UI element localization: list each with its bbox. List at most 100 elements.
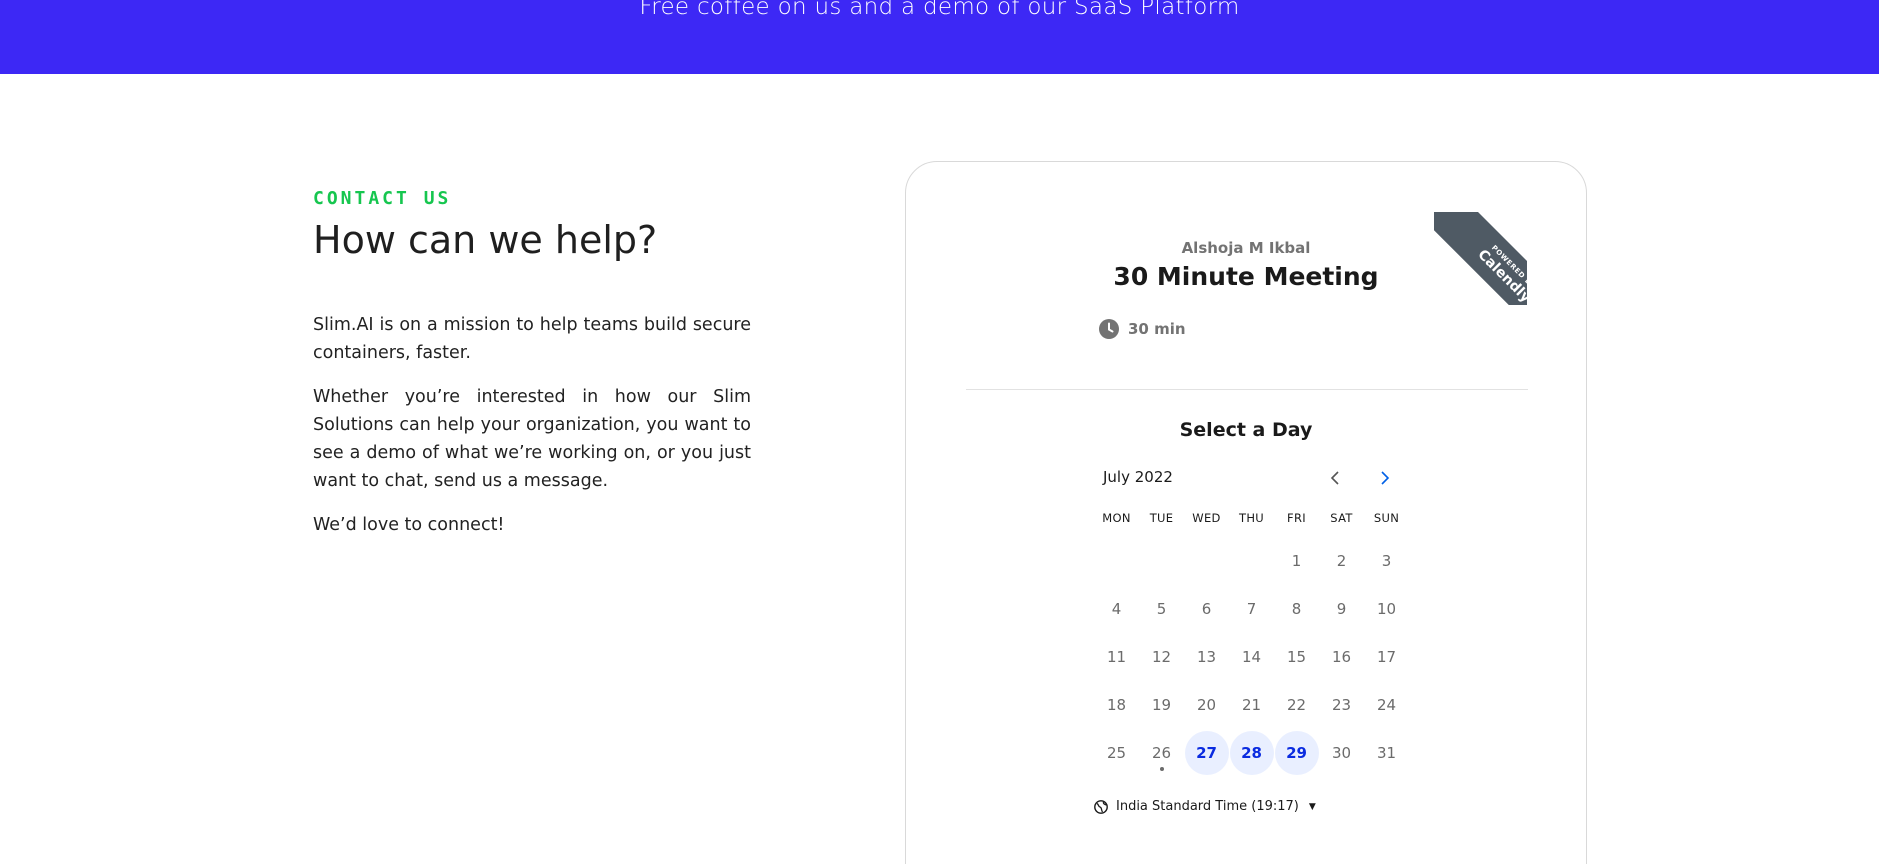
day-number: 29: [1274, 731, 1319, 775]
day-number: 27: [1184, 731, 1229, 775]
available-day-button[interactable]: 27: [1184, 729, 1229, 777]
calendar-day: 18: [1094, 681, 1139, 729]
next-month-button[interactable]: [1371, 464, 1399, 492]
divider: [966, 389, 1528, 390]
weekday-label: MON: [1102, 511, 1131, 525]
day-number: 23: [1331, 696, 1352, 714]
caret-down-icon: ▼: [1308, 801, 1316, 812]
day-number: 18: [1106, 696, 1127, 714]
calendar-day: 19: [1139, 681, 1184, 729]
calendar-day: 5: [1139, 585, 1184, 633]
calendar-day: 23: [1319, 681, 1364, 729]
calendar-day: 14: [1229, 633, 1274, 681]
day-number: 8: [1291, 600, 1302, 618]
calendar-day: 8: [1274, 585, 1319, 633]
calendar-day: 1: [1274, 537, 1319, 585]
day-number: 26: [1151, 744, 1172, 762]
calendar-day: 21: [1229, 681, 1274, 729]
previous-month-button[interactable]: [1321, 464, 1349, 492]
calendly-widget: POWERED BY Calendly Alshoja M Ikbal 30 M…: [905, 161, 1587, 864]
calendar-day: 16: [1319, 633, 1364, 681]
day-number: 2: [1336, 552, 1347, 570]
timezone-label: India Standard Time (19:17): [1116, 799, 1299, 814]
day-number: 12: [1151, 648, 1172, 666]
event-duration: 30 min: [1099, 319, 1186, 339]
month-label: July 2022: [1103, 468, 1173, 486]
calendar-day: 2: [1319, 537, 1364, 585]
day-number: 19: [1151, 696, 1172, 714]
day-number: 21: [1241, 696, 1262, 714]
calendar-day: 13: [1184, 633, 1229, 681]
contact-eyebrow: CONTACT US: [313, 188, 452, 209]
event-title: 30 Minute Meeting: [1113, 262, 1379, 291]
duration-label: 30 min: [1128, 320, 1186, 338]
calendar-day: 25: [1094, 729, 1139, 777]
closing-paragraph: We’d love to connect!: [313, 515, 505, 535]
day-number: 1: [1291, 552, 1302, 570]
promo-banner: Free coffee on us and a demo of our SaaS…: [0, 0, 1879, 74]
weekday-label: WED: [1192, 511, 1221, 525]
calendar-day: 26: [1139, 729, 1184, 777]
clock-icon: [1099, 319, 1119, 339]
available-day-button[interactable]: 29: [1274, 729, 1319, 777]
day-number: 5: [1156, 600, 1167, 618]
ribbon-band: POWERED BY Calendly: [1434, 212, 1527, 305]
globe-icon: [1094, 799, 1108, 814]
available-day-button[interactable]: 28: [1229, 729, 1274, 777]
timezone-selector[interactable]: India Standard Time (19:17) ▼: [1094, 799, 1316, 814]
day-number: 16: [1331, 648, 1352, 666]
day-number: 30: [1331, 744, 1352, 762]
weekday-label: SAT: [1330, 511, 1353, 525]
calendar-day: 4: [1094, 585, 1139, 633]
calendar-grid: MON TUE WED THU FRI SAT SUN 1 2 3 4 5 6 7 8 9 10 1…: [1094, 511, 1410, 777]
weekday-label: TUE: [1149, 511, 1174, 525]
calendar-day: 12: [1139, 633, 1184, 681]
calendar-day: 9: [1319, 585, 1364, 633]
day-number: 28: [1229, 731, 1274, 775]
calendar-day: 22: [1274, 681, 1319, 729]
day-number: 4: [1111, 600, 1122, 618]
calendar-day: 10: [1364, 585, 1409, 633]
weekday-label: THU: [1239, 511, 1264, 525]
chevron-left-icon: [1330, 471, 1339, 485]
day-number: 13: [1196, 648, 1217, 666]
details-paragraph: Whether you’re interested in how our Sli…: [313, 387, 751, 491]
chevron-right-icon: [1381, 471, 1390, 485]
day-number: 9: [1336, 600, 1347, 618]
empty-day-cell: [1184, 537, 1229, 585]
host-name: Alshoja M Ikbal: [1181, 239, 1311, 257]
powered-by-calendly-badge[interactable]: POWERED BY Calendly: [1434, 212, 1527, 305]
calendar-day: 30: [1319, 729, 1364, 777]
day-number: 7: [1246, 600, 1257, 618]
empty-day-cell: [1094, 537, 1139, 585]
calendar-day: 3: [1364, 537, 1409, 585]
weekday-label: FRI: [1287, 511, 1306, 525]
day-number: 6: [1201, 600, 1212, 618]
day-number: 31: [1376, 744, 1397, 762]
day-number: 11: [1106, 648, 1127, 666]
day-number: 14: [1241, 648, 1262, 666]
calendar-day: 17: [1364, 633, 1409, 681]
select-day-heading: Select a Day: [1179, 419, 1313, 441]
day-number: 22: [1286, 696, 1307, 714]
calendar-day: 11: [1094, 633, 1139, 681]
day-number: 15: [1286, 648, 1307, 666]
banner-text: Free coffee on us and a demo of our SaaS…: [639, 0, 1240, 20]
day-number: 20: [1196, 696, 1217, 714]
calendar-day: 7: [1229, 585, 1274, 633]
day-number: 24: [1376, 696, 1397, 714]
weekday-label: SUN: [1373, 511, 1400, 525]
day-number: 25: [1106, 744, 1127, 762]
intro-paragraph: Slim.AI is on a mission to help teams bu…: [313, 315, 751, 363]
empty-day-cell: [1229, 537, 1274, 585]
calendar-day: 31: [1364, 729, 1409, 777]
day-number: 17: [1376, 648, 1397, 666]
calendar-day: 6: [1184, 585, 1229, 633]
day-number: 3: [1381, 552, 1392, 570]
calendar-day: 15: [1274, 633, 1319, 681]
empty-day-cell: [1139, 537, 1184, 585]
calendar-day: 20: [1184, 681, 1229, 729]
contact-section: CONTACT US How can we help? Slim.AI is o…: [313, 188, 751, 539]
calendar-day: 24: [1364, 681, 1409, 729]
page-title: How can we help?: [313, 218, 658, 262]
